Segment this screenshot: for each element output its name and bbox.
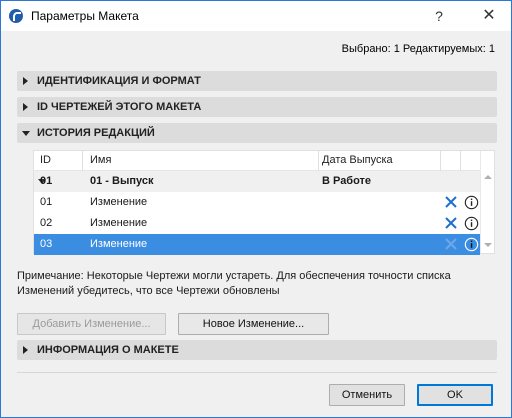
column-header-name[interactable]: Имя (90, 154, 111, 166)
table-scrollbar[interactable] (480, 151, 494, 253)
section-revision-history[interactable]: ИСТОРИЯ РЕДАКЦИЙ (17, 123, 497, 143)
table-row[interactable]: 02 Изменение (34, 213, 480, 234)
window-title: Параметры Макета (31, 9, 139, 23)
selection-info: Выбрано: 1 Редактируемых: 1 (341, 43, 495, 55)
section-layout-info[interactable]: ИНФОРМАЦИЯ О МАКЕТЕ (17, 340, 497, 360)
table-header: ID Имя Дата Выпуска (34, 151, 480, 171)
help-button[interactable]: ? (425, 5, 453, 27)
group-name: 01 - Выпуск (90, 175, 154, 187)
scroll-up-icon[interactable] (484, 175, 492, 179)
info-icon[interactable] (464, 216, 479, 231)
table-row[interactable]: 01 Изменение (34, 192, 480, 213)
group-id: 01 (40, 175, 53, 187)
info-icon[interactable] (464, 195, 479, 210)
new-change-button[interactable]: Новое Изменение... (178, 313, 329, 335)
note-text: Примечание: Некоторые Чертежи могли уста… (17, 270, 451, 297)
table-row-selected[interactable]: 03 Изменение (34, 234, 480, 255)
ok-button[interactable]: OK (417, 384, 493, 406)
section-label: ИДЕНТИФИКАЦИЯ И ФОРМАТ (37, 75, 201, 87)
column-divider[interactable] (440, 151, 441, 171)
section-drawing-ids[interactable]: ID ЧЕРТЕЖЕЙ ЭТОГО МАКЕТА (17, 97, 497, 117)
scroll-down-icon[interactable] (484, 243, 492, 247)
row-name: Изменение (90, 196, 148, 208)
delete-icon[interactable] (444, 195, 458, 209)
section-label: ИСТОРИЯ РЕДАКЦИЙ (37, 127, 155, 139)
layout-settings-dialog: Параметры Макета ? ✕ Выбрано: 1 Редактир… (0, 0, 512, 418)
delete-icon[interactable] (444, 237, 458, 251)
title-bar: Параметры Макета ? ✕ (1, 1, 511, 31)
chevron-right-icon (23, 346, 28, 354)
row-name: Изменение (90, 217, 148, 229)
section-label: ИНФОРМАЦИЯ О МАКЕТЕ (37, 344, 179, 356)
row-id: 01 (40, 196, 53, 208)
cancel-button[interactable]: Отменить (329, 384, 405, 406)
section-label: ID ЧЕРТЕЖЕЙ ЭТОГО МАКЕТА (37, 101, 202, 113)
info-icon[interactable] (464, 237, 479, 252)
row-name: Изменение (90, 238, 148, 250)
chevron-right-icon (23, 77, 28, 85)
close-button[interactable]: ✕ (475, 5, 503, 27)
row-id: 02 (40, 217, 53, 229)
footer-divider (17, 372, 497, 373)
group-date: В Работе (322, 175, 372, 187)
archicad-icon (9, 9, 23, 23)
column-divider[interactable] (318, 151, 319, 171)
column-divider[interactable] (82, 151, 83, 171)
section-identification[interactable]: ИДЕНТИФИКАЦИЯ И ФОРМАТ (17, 71, 497, 91)
chevron-right-icon (23, 103, 28, 111)
chevron-down-icon (22, 131, 30, 136)
table-group-row[interactable]: 01 01 - Выпуск В Работе (34, 171, 480, 192)
row-id: 03 (40, 238, 53, 250)
column-header-id[interactable]: ID (40, 154, 51, 166)
delete-icon[interactable] (444, 216, 458, 230)
add-change-button[interactable]: Добавить Изменение... (17, 313, 166, 335)
column-divider[interactable] (460, 151, 461, 171)
revision-table: ID Имя Дата Выпуска 01 01 - Выпуск В Раб… (33, 150, 495, 255)
column-header-date[interactable]: Дата Выпуска (322, 154, 393, 166)
